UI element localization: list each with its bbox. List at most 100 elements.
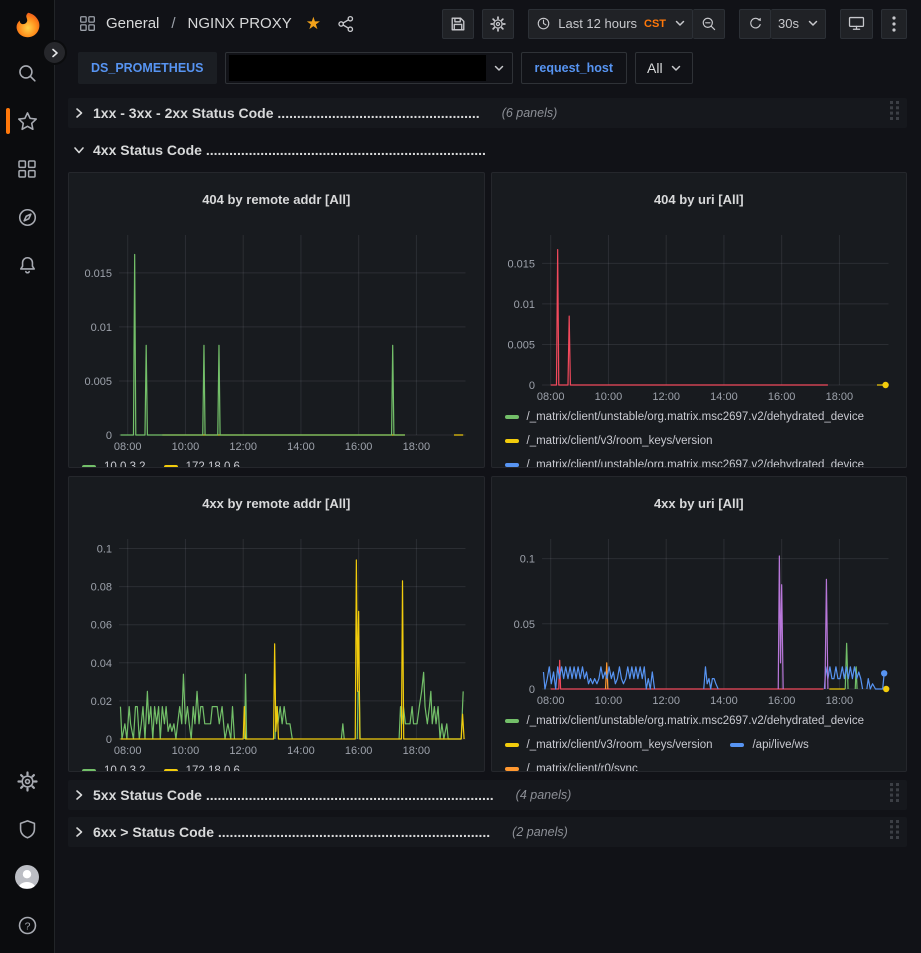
row-title-leader: ........................................… — [277, 105, 479, 121]
request-host-variable-label[interactable]: request_host — [521, 52, 628, 84]
timeseries-chart[interactable]: 08:0010:0012:0014:0016:0018:0000.0050.01… — [500, 225, 899, 405]
breadcrumb-section[interactable]: General — [106, 15, 159, 32]
panel-title[interactable]: 4xx by uri [All] — [500, 488, 899, 518]
legend-item[interactable]: /_matrix/client/v3/room_keys/version — [505, 429, 713, 453]
legend-color-swatch — [505, 415, 519, 419]
panel-4xx-by-remote-addr: 4xx by remote addr [All] 08:0010:0012:00… — [68, 476, 485, 772]
y-axis-tick-label: 0.01 — [91, 321, 112, 333]
x-axis-tick-label: 12:00 — [229, 441, 257, 453]
series-10-0-3-2 — [120, 254, 404, 435]
main-area: General / NGINX PROXY ★ — [55, 0, 921, 953]
request-host-variable-select[interactable]: All — [635, 52, 693, 84]
legend-item[interactable]: 172.18.0.6 — [164, 455, 240, 468]
series-matrix-client-v3-room-keys-version-point — [882, 685, 888, 691]
refresh-interval-dropdown[interactable]: 30s — [771, 9, 826, 39]
y-axis-tick-label: 0.05 — [513, 618, 534, 630]
legend-item[interactable]: /_matrix/client/unstable/org.matrix.msc2… — [505, 405, 865, 429]
series-10-0-3-2 — [399, 672, 463, 739]
row-title: 6xx > Status Code — [93, 824, 218, 840]
panel-title[interactable]: 404 by remote addr [All] — [77, 184, 476, 214]
x-axis-tick-label: 14:00 — [710, 391, 738, 403]
sidebar-expand-button[interactable] — [42, 40, 67, 65]
panel-404-by-uri: 404 by uri [All] 08:0010:0012:0014:0016:… — [491, 172, 908, 468]
y-axis-tick-label: 0.01 — [513, 298, 534, 310]
y-axis-tick-label: 0 — [106, 430, 112, 442]
sidebar-item-alerting[interactable] — [0, 241, 54, 289]
refresh-interval-value: 30s — [778, 16, 799, 31]
monitor-icon — [848, 15, 865, 32]
request-host-value: All — [647, 60, 663, 76]
series-10-0-3-2 — [120, 674, 234, 739]
row-drag-handle[interactable] — [890, 783, 899, 807]
sidebar-item-profile[interactable] — [0, 853, 54, 901]
panel-legend: /_matrix/client/unstable/org.matrix.msc2… — [500, 405, 899, 468]
row-drag-handle[interactable] — [890, 101, 899, 125]
row-drag-handle[interactable] — [890, 820, 899, 844]
legend-item[interactable]: 10.0.3.2 — [82, 455, 146, 468]
series-api-live-ws — [703, 666, 717, 688]
legend-item[interactable]: /api/live/ws — [730, 733, 808, 757]
timeseries-chart[interactable]: 08:0010:0012:0014:0016:0018:0000.020.040… — [77, 529, 476, 759]
legend-item[interactable]: 10.0.3.2 — [82, 759, 146, 772]
legend-label: 10.0.3.2 — [104, 765, 146, 772]
favorite-star-icon[interactable]: ★ — [306, 15, 321, 32]
chevron-down-icon — [73, 144, 85, 156]
share-icon[interactable] — [337, 15, 355, 33]
row-4xx-status-code[interactable]: 4xx Status Code ........................… — [68, 135, 907, 165]
row-5xx-status-code[interactable]: 5xx Status Code ........................… — [68, 780, 907, 810]
row-title: 1xx - 3xx - 2xx Status Code — [93, 105, 277, 121]
legend-item[interactable]: /_matrix/client/unstable/org.matrix.msc2… — [505, 453, 865, 468]
row-title-leader: ........................................… — [206, 787, 494, 803]
zoom-out-time-button[interactable] — [693, 9, 725, 39]
timeseries-chart[interactable]: 08:0010:0012:0014:0016:0018:0000.0050.01… — [77, 225, 476, 455]
legend-color-swatch — [82, 769, 96, 772]
row-panel-count: (4 panels) — [516, 788, 572, 802]
cycle-view-mode-button[interactable] — [840, 9, 873, 39]
panel-title[interactable]: 4xx by remote addr [All] — [77, 488, 476, 518]
star-icon — [17, 111, 38, 132]
chevron-down-icon — [808, 20, 818, 27]
variables-bar: DS_PROMETHEUS request_host All — [55, 47, 921, 92]
sidebar-item-dashboards[interactable] — [0, 145, 54, 193]
legend-item[interactable]: /_matrix/client/v3/room_keys/version — [505, 733, 713, 757]
legend-item[interactable]: 172.18.0.6 — [164, 759, 240, 772]
grafana-logo-icon[interactable] — [12, 11, 42, 41]
redacted-value — [229, 55, 486, 81]
row-6xx-status-code[interactable]: 6xx > Status Code ......................… — [68, 817, 907, 847]
row-title-leader: ........................................… — [218, 824, 490, 840]
breadcrumb: General / NGINX PROXY ★ — [79, 15, 355, 33]
x-axis-tick-label: 16:00 — [767, 695, 795, 707]
y-axis-tick-label: 0.005 — [507, 339, 535, 351]
y-axis-tick-label: 0.06 — [91, 619, 112, 631]
search-icon — [17, 63, 38, 84]
save-dashboard-button[interactable] — [442, 9, 474, 39]
svg-text:?: ? — [24, 920, 30, 932]
sidebar-item-explore[interactable] — [0, 193, 54, 241]
x-axis-tick-label: 08:00 — [114, 441, 142, 453]
refresh-button[interactable] — [739, 9, 771, 39]
row-1xx-3xx-2xx-status-code[interactable]: 1xx - 3xx - 2xx Status Code ............… — [68, 98, 907, 128]
datasource-variable-select[interactable] — [225, 52, 513, 84]
datasource-variable-label[interactable]: DS_PROMETHEUS — [78, 52, 217, 84]
zoom-out-icon — [701, 16, 717, 32]
legend-label: /_matrix/client/v3/room_keys/version — [527, 739, 713, 751]
sidebar-item-configuration[interactable] — [0, 757, 54, 805]
chevron-down-icon — [675, 20, 685, 27]
panel-title[interactable]: 404 by uri [All] — [500, 184, 899, 214]
x-axis-tick-label: 16:00 — [767, 391, 795, 403]
refresh-icon — [748, 16, 763, 31]
timeseries-chart[interactable]: 08:0010:0012:0014:0016:0018:0000.050.1 — [500, 529, 899, 709]
y-axis-tick-label: 0.015 — [84, 267, 112, 279]
dashboard-settings-button[interactable] — [482, 9, 514, 39]
more-options-kebab-button[interactable] — [881, 9, 907, 39]
legend-item[interactable]: /_matrix/client/unstable/org.matrix.msc2… — [505, 709, 865, 733]
y-axis-tick-label: 0.04 — [91, 657, 112, 669]
y-axis-tick-label: 0.005 — [84, 376, 112, 388]
sidebar-item-server-admin[interactable] — [0, 805, 54, 853]
sidebar-item-starred[interactable] — [0, 97, 54, 145]
chevron-right-icon — [73, 826, 85, 838]
sidebar-item-help[interactable]: ? — [0, 901, 54, 949]
legend-item[interactable]: /_matrix/client/r0/sync — [505, 757, 638, 772]
row-title: 5xx Status Code — [93, 787, 206, 803]
time-range-picker[interactable]: Last 12 hours CST — [528, 9, 693, 39]
